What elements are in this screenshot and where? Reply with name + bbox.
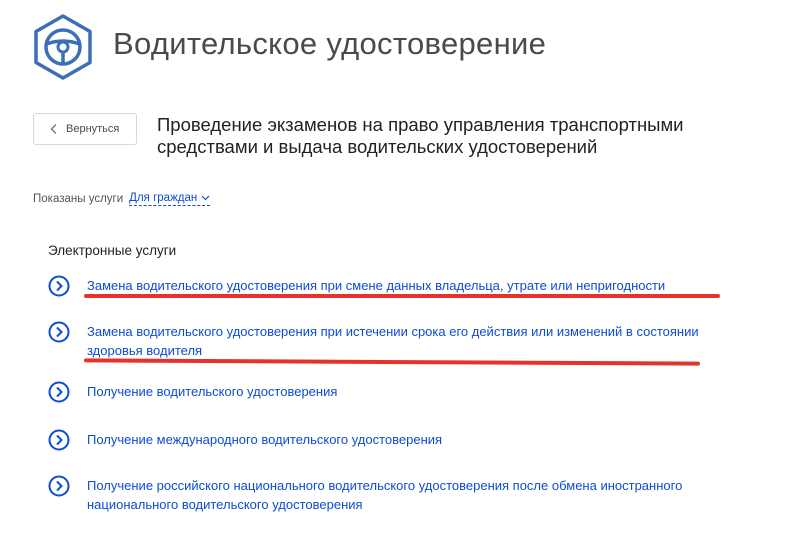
steering-wheel-icon — [34, 14, 92, 80]
service-link[interactable]: Замена водительского удостоверения при и… — [87, 322, 707, 360]
service-link[interactable]: Получение российского национального води… — [87, 476, 747, 514]
service-link[interactable]: Замена водительского удостоверения при с… — [87, 276, 737, 295]
list-item[interactable]: Получение международного водительского у… — [48, 429, 737, 451]
page: Водительское удостоверение Вернуться Про… — [0, 0, 800, 533]
filter-label: Показаны услуги — [33, 193, 124, 205]
chevron-circle-icon — [48, 475, 70, 497]
chevron-left-icon — [50, 124, 57, 134]
service-link[interactable]: Получение международного водительского у… — [87, 430, 737, 449]
section-heading: Электронные услуги — [48, 243, 177, 258]
back-button[interactable]: Вернуться — [33, 113, 137, 145]
service-filter: Показаны услуги Для граждан — [33, 192, 211, 206]
list-item[interactable]: Получение водительского удостоверения — [48, 381, 737, 403]
service-link[interactable]: Получение водительского удостоверения — [87, 382, 737, 401]
service-title: Проведение экзаменов на право управления… — [157, 114, 684, 157]
page-title: Водительское удостоверение — [113, 26, 547, 61]
chevron-circle-icon — [48, 275, 70, 297]
filter-value: Для граждан — [129, 192, 198, 204]
chevron-circle-icon — [48, 429, 70, 451]
list-item[interactable]: Получение российского национального води… — [48, 475, 747, 514]
filter-dropdown[interactable]: Для граждан — [129, 192, 211, 206]
chevron-down-icon — [201, 195, 210, 201]
red-underline-annotation — [84, 294, 720, 298]
back-button-label: Вернуться — [66, 123, 120, 135]
list-item[interactable]: Замена водительского удостоверения при и… — [48, 321, 707, 360]
chevron-circle-icon — [48, 381, 70, 403]
chevron-circle-icon — [48, 321, 70, 343]
